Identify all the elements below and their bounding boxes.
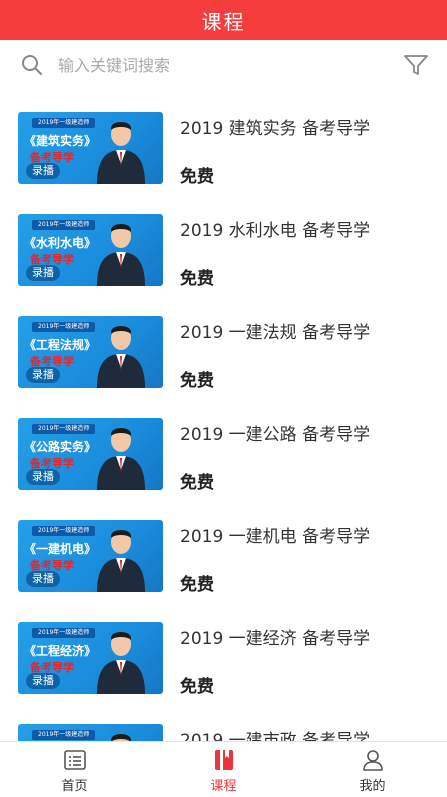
course-title: 2019 建筑实务 备考导学 <box>180 119 371 139</box>
teacher-portrait-icon <box>97 632 145 694</box>
thumbnail-subject: 《工程法规》 <box>24 338 97 352</box>
course-item[interactable]: 2019年一级建造师 《一建机电》 备考导学 录播 2019 一建机电 备考导学… <box>0 498 447 600</box>
thumbnail-subject: 《建筑实务》 <box>24 134 97 148</box>
course-title: 2019 一建市政 备考导学 <box>180 731 371 741</box>
bottom-tab-bar: 首页 课程 我的 <box>0 741 447 797</box>
course-price: 免费 <box>180 371 214 391</box>
teacher-portrait-icon <box>97 122 145 184</box>
thumbnail-badge: 2019年一级建造师 <box>32 220 96 230</box>
recorded-badge: 录播 <box>26 265 60 281</box>
tab-mine[interactable]: 我的 <box>298 742 447 797</box>
course-item[interactable]: 2019年一级建造师 《建筑实务》 备考导学 录播 2019 建筑实务 备考导学… <box>0 90 447 192</box>
app-header: 课程 <box>0 0 447 40</box>
teacher-portrait-icon <box>97 224 145 286</box>
thumbnail-badge: 2019年一级建造师 <box>32 424 96 434</box>
course-item[interactable]: 2019年一级建造师 《市政实务》 备考导学 录播 2019 一建市政 备考导学… <box>0 702 447 741</box>
filter-icon[interactable] <box>403 53 429 77</box>
user-icon <box>362 750 383 771</box>
tab-home-label: 首页 <box>61 779 88 794</box>
course-thumbnail[interactable]: 2019年一级建造师 《工程法规》 备考导学 录播 <box>18 316 163 388</box>
thumbnail-badge: 2019年一级建造师 <box>32 628 96 638</box>
recorded-badge: 录播 <box>26 673 60 689</box>
course-price: 免费 <box>180 677 214 697</box>
tab-mine-label: 我的 <box>359 779 386 794</box>
course-price: 免费 <box>180 167 214 187</box>
teacher-portrait-icon <box>97 530 145 592</box>
tab-courses-label: 课程 <box>210 779 237 794</box>
course-title: 2019 一建法规 备考导学 <box>180 323 371 343</box>
search-input[interactable] <box>58 52 378 78</box>
tab-home[interactable]: 首页 <box>0 742 149 797</box>
search-bar <box>0 40 447 90</box>
course-title: 2019 一建机电 备考导学 <box>180 527 371 547</box>
thumbnail-badge: 2019年一级建造师 <box>32 118 96 128</box>
course-thumbnail[interactable]: 2019年一级建造师 《水利水电》 备考导学 录播 <box>18 214 163 286</box>
thumbnail-subject: 《公路实务》 <box>24 440 97 454</box>
course-title: 2019 水利水电 备考导学 <box>180 221 371 241</box>
teacher-portrait-icon <box>97 428 145 490</box>
thumbnail-badge: 2019年一级建造师 <box>32 526 96 536</box>
teacher-portrait-icon <box>111 734 131 741</box>
search-icon[interactable] <box>20 53 44 77</box>
recorded-badge: 录播 <box>26 469 60 485</box>
course-item[interactable]: 2019年一级建造师 《工程经济》 备考导学 录播 2019 一建经济 备考导学… <box>0 600 447 702</box>
course-title: 2019 一建经济 备考导学 <box>180 629 371 649</box>
thumbnail-subject: 《水利水电》 <box>24 236 97 250</box>
course-item[interactable]: 2019年一级建造师 《公路实务》 备考导学 录播 2019 一建公路 备考导学… <box>0 396 447 498</box>
home-list-icon <box>63 750 86 770</box>
course-item[interactable]: 2019年一级建造师 《工程法规》 备考导学 录播 2019 一建法规 备考导学… <box>0 294 447 396</box>
course-thumbnail[interactable]: 2019年一级建造师 《一建机电》 备考导学 录播 <box>18 520 163 592</box>
recorded-badge: 录播 <box>26 163 60 179</box>
course-title: 2019 一建公路 备考导学 <box>180 425 371 445</box>
course-thumbnail[interactable]: 2019年一级建造师 《建筑实务》 备考导学 录播 <box>18 112 163 184</box>
tab-courses[interactable]: 课程 <box>149 742 298 797</box>
course-price: 免费 <box>180 575 214 595</box>
teacher-portrait-icon <box>97 326 145 388</box>
course-book-icon <box>214 750 233 770</box>
course-item[interactable]: 2019年一级建造师 《水利水电》 备考导学 录播 2019 水利水电 备考导学… <box>0 192 447 294</box>
recorded-badge: 录播 <box>26 367 60 383</box>
course-thumbnail[interactable]: 2019年一级建造师 《公路实务》 备考导学 录播 <box>18 418 163 490</box>
thumbnail-subject: 《一建机电》 <box>24 542 97 556</box>
thumbnail-subject: 《工程经济》 <box>24 644 97 658</box>
course-thumbnail[interactable]: 2019年一级建造师 《工程经济》 备考导学 录播 <box>18 622 163 694</box>
course-price: 免费 <box>180 269 214 289</box>
course-list: 2019年一级建造师 《建筑实务》 备考导学 录播 2019 建筑实务 备考导学… <box>0 90 447 741</box>
thumbnail-badge: 2019年一级建造师 <box>32 730 96 740</box>
course-thumbnail[interactable]: 2019年一级建造师 《市政实务》 备考导学 录播 <box>18 724 163 741</box>
page-title: 课程 <box>201 9 246 34</box>
thumbnail-badge: 2019年一级建造师 <box>32 322 96 332</box>
course-price: 免费 <box>180 473 214 493</box>
recorded-badge: 录播 <box>26 571 60 587</box>
